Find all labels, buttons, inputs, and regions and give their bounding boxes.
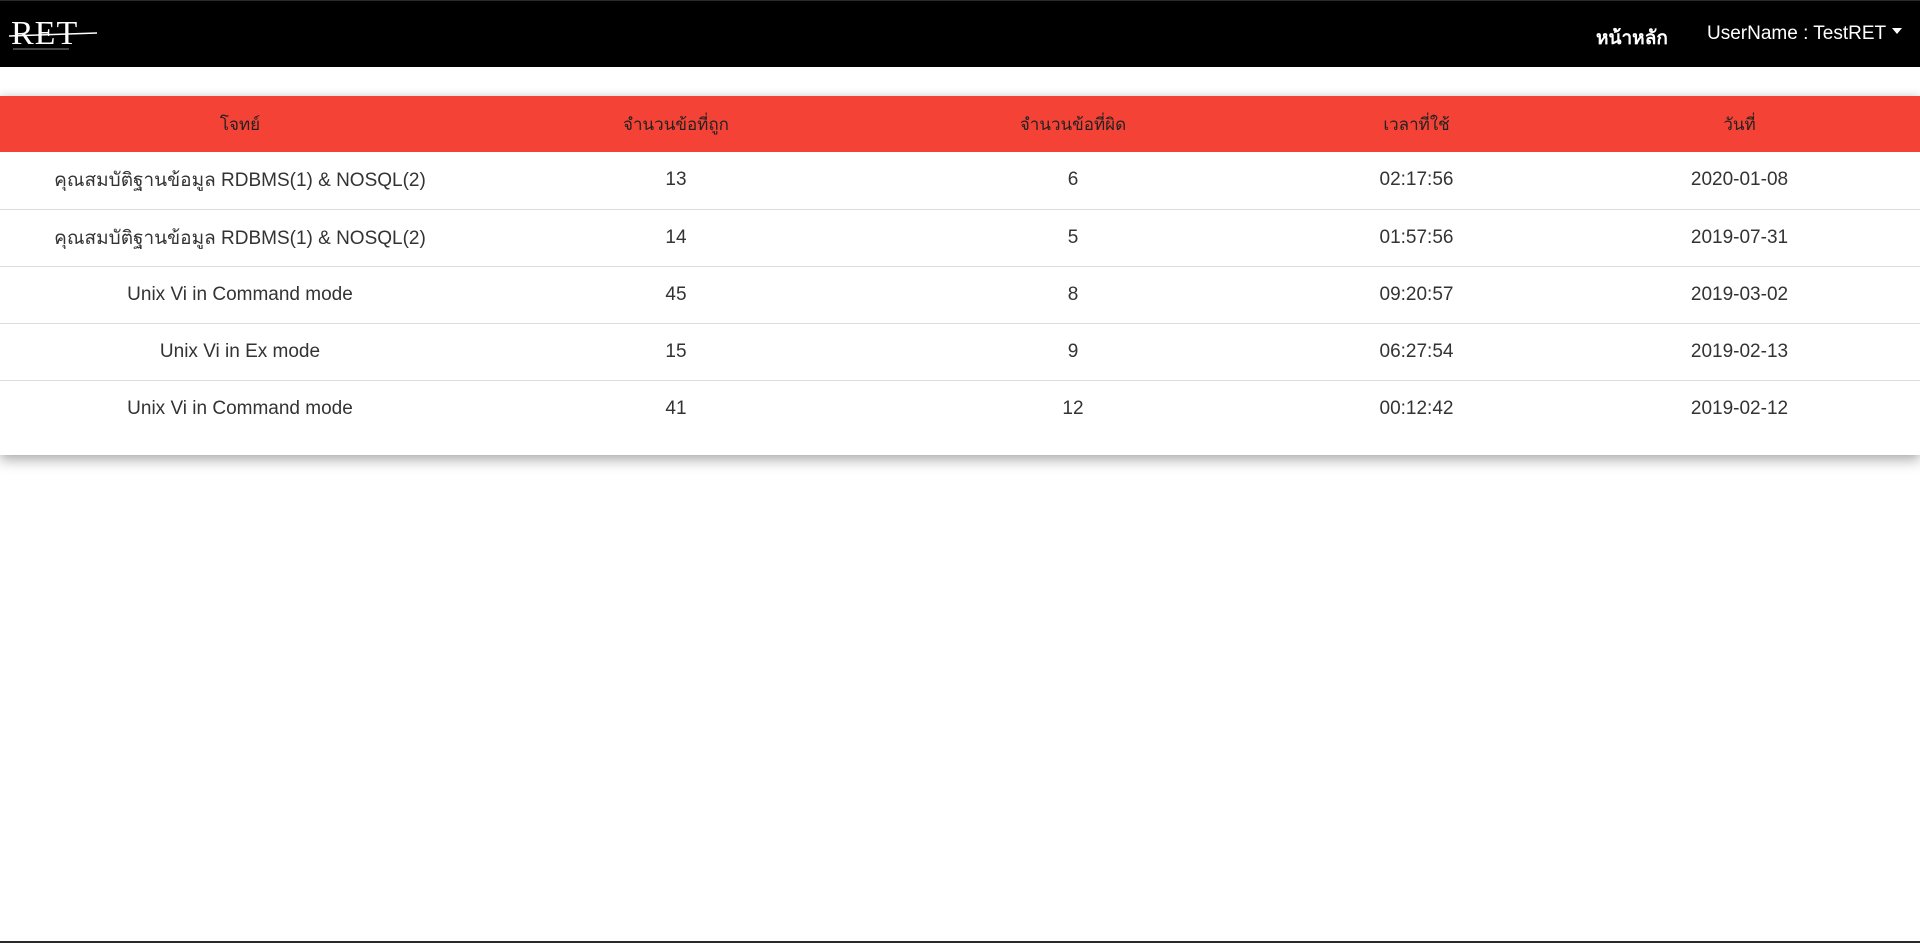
results-card: โจทย์ จำนวนข้อที่ถูก จำนวนข้อที่ผิด เวลา… (0, 96, 1920, 455)
table-header-row: โจทย์ จำนวนข้อที่ถูก จำนวนข้อที่ผิด เวลา… (0, 96, 1920, 152)
cell-problem: Unix Vi in Ex mode (159, 340, 321, 362)
cell-date: 2019-03-02 (1690, 283, 1789, 305)
cell-date: 2020-01-08 (1690, 169, 1789, 191)
top-navbar: RET หน้าหลัก UserName : TestRET (0, 0, 1920, 67)
cell-time: 01:57:56 (1379, 226, 1454, 248)
nav-home-link[interactable]: หน้าหลัก (1596, 23, 1668, 53)
cell-wrong: 12 (1062, 397, 1084, 419)
cell-correct: 14 (665, 226, 687, 248)
cell-time: 06:27:54 (1379, 340, 1454, 362)
header-problem: โจทย์ (219, 114, 261, 134)
table-row: Unix Vi in Command mode 41 12 00:12:42 2… (0, 380, 1920, 437)
cell-correct: 13 (665, 169, 687, 191)
cell-wrong: 9 (1067, 340, 1079, 362)
table-row: คุณสมบัติฐานข้อมูล RDBMS(1) & NOSQL(2) 1… (0, 152, 1920, 209)
cell-time: 00:12:42 (1379, 397, 1454, 419)
cell-problem: คุณสมบัติฐานข้อมูล RDBMS(1) & NOSQL(2) (54, 227, 426, 249)
cell-correct: 41 (665, 397, 687, 419)
cell-wrong: 5 (1067, 226, 1079, 248)
header-time: เวลาที่ใช้ (1383, 114, 1450, 134)
cell-problem: Unix Vi in Command mode (127, 397, 353, 419)
cell-time: 02:17:56 (1379, 169, 1454, 191)
user-menu-dropdown[interactable]: UserName : TestRET (1707, 23, 1903, 45)
cell-correct: 45 (665, 283, 687, 305)
cell-date: 2019-02-13 (1690, 340, 1789, 362)
user-name-label: UserName : TestRET (1707, 23, 1887, 44)
table-row: คุณสมบัติฐานข้อมูล RDBMS(1) & NOSQL(2) 1… (0, 209, 1920, 266)
header-wrong: จำนวนข้อที่ผิด (1019, 114, 1127, 134)
header-correct: จำนวนข้อที่ถูก (623, 114, 729, 134)
cell-wrong: 8 (1067, 283, 1079, 305)
cell-wrong: 6 (1067, 169, 1079, 191)
table-row: Unix Vi in Ex mode 15 9 06:27:54 2019-02… (0, 323, 1920, 380)
cell-date: 2019-02-12 (1690, 397, 1789, 419)
logo-graphic: RET (9, 16, 97, 52)
results-table: โจทย์ จำนวนข้อที่ถูก จำนวนข้อที่ผิด เวลา… (0, 96, 1920, 437)
cell-problem: คุณสมบัติฐานข้อมูล RDBMS(1) & NOSQL(2) (54, 170, 426, 192)
cell-time: 09:20:57 (1379, 283, 1454, 305)
cell-problem: Unix Vi in Command mode (127, 283, 353, 305)
caret-down-icon (1892, 27, 1903, 34)
ret-logo[interactable]: RET (9, 16, 97, 54)
cell-correct: 15 (665, 340, 687, 362)
table-row: Unix Vi in Command mode 45 8 09:20:57 20… (0, 266, 1920, 323)
cell-date: 2019-07-31 (1690, 226, 1789, 248)
header-date: วันที่ (1723, 114, 1756, 134)
